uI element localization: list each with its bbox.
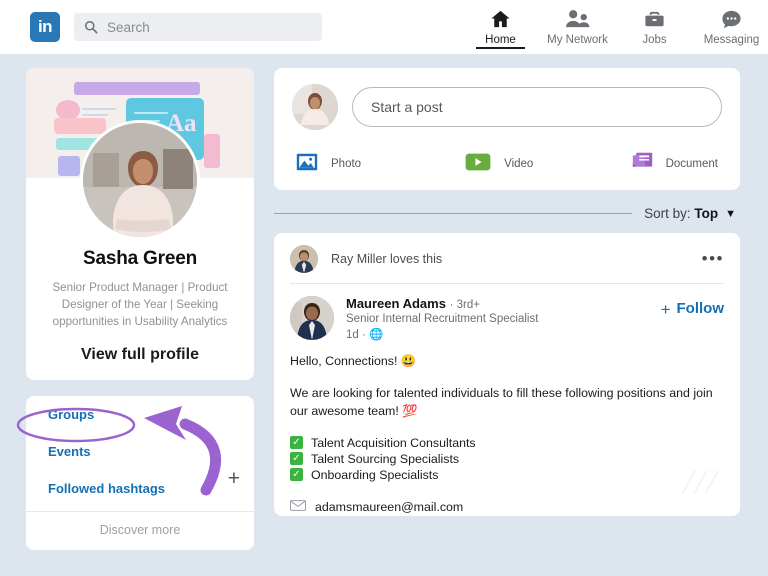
- post-author-degree: · 3rd+: [450, 299, 480, 311]
- document-icon: [632, 152, 653, 176]
- add-group-button[interactable]: +: [228, 468, 240, 489]
- post-job-list: ✓ Talent Acquisition Consultants ✓ Talen…: [290, 436, 724, 482]
- nav-item-home[interactable]: Home: [462, 2, 539, 46]
- post-greeting-text: Hello, Connections! 😃: [290, 353, 724, 371]
- search-placeholder-text: Search: [107, 20, 150, 35]
- job-title: Talent Acquisition Consultants: [311, 436, 476, 450]
- check-icon: ✓: [290, 436, 303, 449]
- banner-shape-bar: [74, 82, 200, 95]
- banner-shape-pink: [54, 118, 106, 134]
- video-play-icon: [465, 153, 491, 176]
- post-composer-card: Start a post Photo: [274, 68, 740, 190]
- post-email-row: adamsmaureen@mail.com: [290, 498, 724, 516]
- list-item: ✓ Talent Sourcing Specialists: [290, 452, 724, 466]
- composer-actions: Photo Video: [292, 152, 722, 176]
- profile-name: Sasha Green: [40, 248, 240, 270]
- app-root: in Search Home: [0, 0, 768, 576]
- people-icon: [564, 7, 591, 31]
- search-icon: [84, 20, 98, 34]
- post-options-button[interactable]: •••: [702, 253, 724, 265]
- social-proof-avatar[interactable]: [290, 245, 318, 273]
- job-title: Talent Sourcing Specialists: [311, 452, 459, 466]
- profile-card: Aa: [26, 68, 254, 380]
- sort-bar: Sort by: Top ▼: [274, 206, 740, 221]
- composer-row: Start a post: [292, 84, 722, 130]
- nav-item-jobs-label: Jobs: [642, 34, 666, 46]
- message-bubble-icon: [720, 7, 743, 31]
- banner-shape-circle: [56, 100, 80, 120]
- post-author-name[interactable]: Maureen Adams: [346, 296, 446, 311]
- post-email-text: adamsmaureen@mail.com: [315, 500, 463, 514]
- job-title: Onboarding Specialists: [311, 468, 438, 482]
- feed-post-card: Ray Miller loves this •••: [274, 233, 740, 516]
- sort-by-control[interactable]: Sort by: Top: [644, 206, 718, 221]
- post-author-name-row: Maureen Adams · 3rd+: [346, 296, 538, 311]
- profile-headline: Senior Product Manager | Product Designe…: [40, 280, 240, 330]
- plus-icon: +: [661, 300, 671, 320]
- post-body: Hello, Connections! 😃 We are looking for…: [274, 341, 740, 516]
- home-icon: [489, 7, 512, 31]
- banner-line: [134, 112, 168, 114]
- envelope-icon: [290, 498, 306, 516]
- nav-item-home-label: Home: [485, 34, 516, 46]
- groups-card: Groups Events Followed hashtags + Discov…: [26, 396, 254, 550]
- photo-icon: [296, 153, 318, 176]
- left-sidebar: Aa: [26, 68, 254, 550]
- sidebar-item-events[interactable]: Events: [26, 433, 254, 470]
- composer-action-photo-label: Photo: [331, 158, 361, 170]
- discover-more-button[interactable]: Discover more: [26, 512, 254, 550]
- nav-item-my-network-label: My Network: [547, 34, 608, 46]
- nav-items: Home My Network: [462, 2, 768, 46]
- top-navigation-bar: in Search Home: [0, 0, 768, 54]
- composer-action-document[interactable]: Document: [632, 152, 718, 176]
- post-author-row: Maureen Adams · 3rd+ Senior Internal Rec…: [274, 284, 740, 341]
- sort-by-label: Sort by:: [644, 206, 691, 221]
- banner-shape-violet: [58, 156, 80, 176]
- nav-item-messaging[interactable]: Messaging: [693, 2, 768, 46]
- banner-shape-rose: [204, 134, 220, 168]
- banner-line: [82, 114, 108, 116]
- post-timestamp: 1d · 🌐: [346, 327, 538, 341]
- post-author-avatar[interactable]: [290, 296, 334, 340]
- banner-line: [82, 108, 116, 110]
- list-item: ✓ Onboarding Specialists: [290, 468, 724, 482]
- search-input[interactable]: Search: [74, 13, 322, 41]
- list-item: ✓ Talent Acquisition Consultants: [290, 436, 724, 450]
- post-author-meta: Maureen Adams · 3rd+ Senior Internal Rec…: [346, 296, 538, 341]
- briefcase-icon: [643, 7, 666, 31]
- profile-avatar[interactable]: [80, 120, 200, 240]
- follow-button-label: Follow: [677, 300, 725, 317]
- nav-item-my-network[interactable]: My Network: [539, 2, 616, 46]
- post-author-role: Senior Internal Recruitment Specialist: [346, 313, 538, 325]
- sidebar-item-groups[interactable]: Groups: [26, 396, 254, 433]
- nav-item-jobs[interactable]: Jobs: [616, 2, 693, 46]
- sidebar-item-followed-hashtags[interactable]: Followed hashtags: [26, 470, 254, 507]
- follow-button[interactable]: + Follow: [661, 296, 724, 341]
- main-feed-column: Start a post Photo: [274, 68, 740, 516]
- nav-item-messaging-label: Messaging: [704, 34, 760, 46]
- post-intro-text: We are looking for talented individuals …: [290, 385, 724, 421]
- divider: [274, 213, 632, 214]
- composer-action-document-label: Document: [666, 158, 718, 170]
- post-social-proof-text: Ray Miller loves this: [331, 252, 442, 266]
- check-icon: ✓: [290, 468, 303, 481]
- composer-action-photo[interactable]: Photo: [296, 152, 361, 176]
- composer-avatar[interactable]: [292, 84, 338, 130]
- check-icon: ✓: [290, 452, 303, 465]
- view-full-profile-link[interactable]: View full profile: [40, 346, 240, 364]
- linkedin-logo-icon[interactable]: in: [30, 12, 60, 42]
- start-a-post-input[interactable]: Start a post: [352, 87, 722, 127]
- sort-by-value: Top: [694, 206, 718, 221]
- composer-action-video-label: Video: [504, 158, 533, 170]
- spacer: [533, 152, 631, 176]
- spacer: [361, 152, 465, 176]
- chevron-down-icon[interactable]: ▼: [725, 208, 736, 220]
- composer-action-video[interactable]: Video: [465, 152, 533, 176]
- post-social-proof-row: Ray Miller loves this •••: [274, 233, 740, 283]
